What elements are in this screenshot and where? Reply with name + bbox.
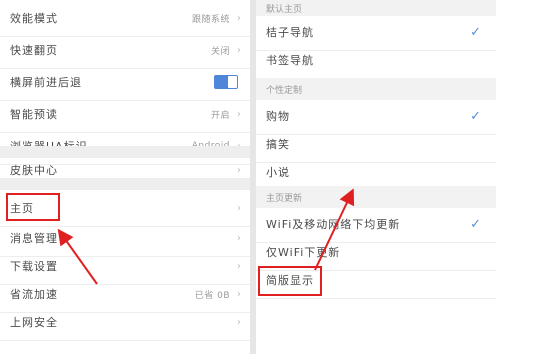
arrow-to-homepage bbox=[57, 228, 98, 285]
annotation-arrows bbox=[57, 188, 355, 285]
arrow-to-simple-display bbox=[314, 188, 355, 271]
